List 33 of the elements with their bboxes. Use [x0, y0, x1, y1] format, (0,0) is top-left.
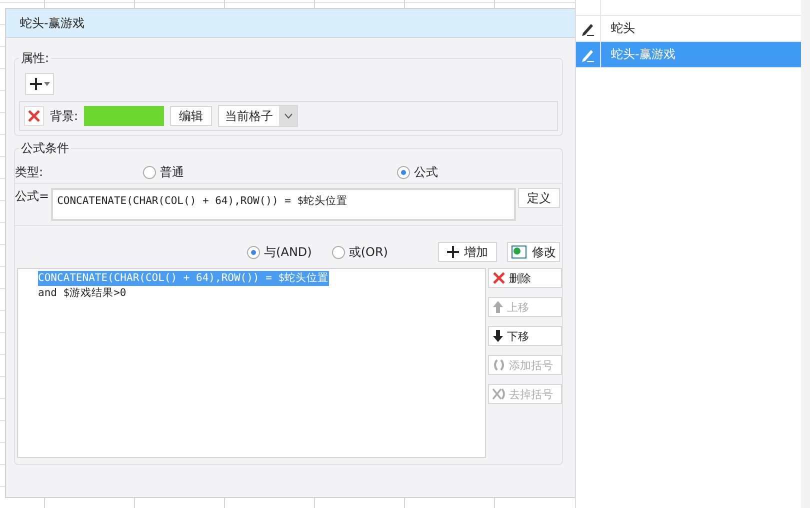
caret-icon — [284, 113, 293, 119]
formula-field[interactable]: CONCATENATE(CHAR(COL() + 64),ROW()) = $蛇头位置 — [51, 188, 516, 221]
remove-button[interactable] — [24, 106, 44, 126]
radio-option[interactable]: 普通 — [143, 164, 397, 180]
edit-button[interactable]: 编辑 — [170, 106, 212, 126]
formula-label: 公式= — [15, 188, 50, 205]
scope-dropdown[interactable]: 当前格子 — [218, 105, 298, 127]
dialog-title: 蛇头-赢游戏 — [6, 9, 575, 38]
action-button[interactable]: 删除 — [488, 268, 562, 288]
plus-icon — [447, 246, 459, 258]
remove-parentheses-icon — [492, 387, 506, 401]
action-button[interactable]: 下移 — [488, 326, 562, 346]
radio-option[interactable]: 或(OR) — [332, 244, 388, 260]
condition-item[interactable]: and $游戏结果>0 — [38, 286, 126, 301]
close-icon — [27, 109, 41, 123]
color-swatch[interactable] — [84, 106, 164, 126]
plus-icon — [29, 77, 43, 91]
down-arrow-icon — [492, 329, 504, 343]
group-label: 公式条件 — [19, 140, 71, 157]
radio-option[interactable]: 公式 — [397, 164, 457, 180]
group-label: 属性: — [19, 50, 52, 67]
type-label: 类型: — [15, 164, 44, 180]
define-button[interactable]: 定义 — [518, 188, 560, 208]
close-icon — [492, 271, 506, 285]
scrollbar[interactable] — [801, 0, 810, 508]
caret-icon — [44, 82, 50, 86]
add-dropdown[interactable] — [25, 73, 54, 95]
parentheses-icon — [492, 358, 506, 372]
add-button[interactable]: 增加 — [438, 242, 497, 262]
up-arrow-icon — [492, 300, 504, 314]
background-label: 背景: — [50, 108, 78, 124]
modify-button[interactable]: 修改 — [507, 242, 560, 262]
radio-option[interactable]: 与(AND) — [247, 244, 312, 260]
